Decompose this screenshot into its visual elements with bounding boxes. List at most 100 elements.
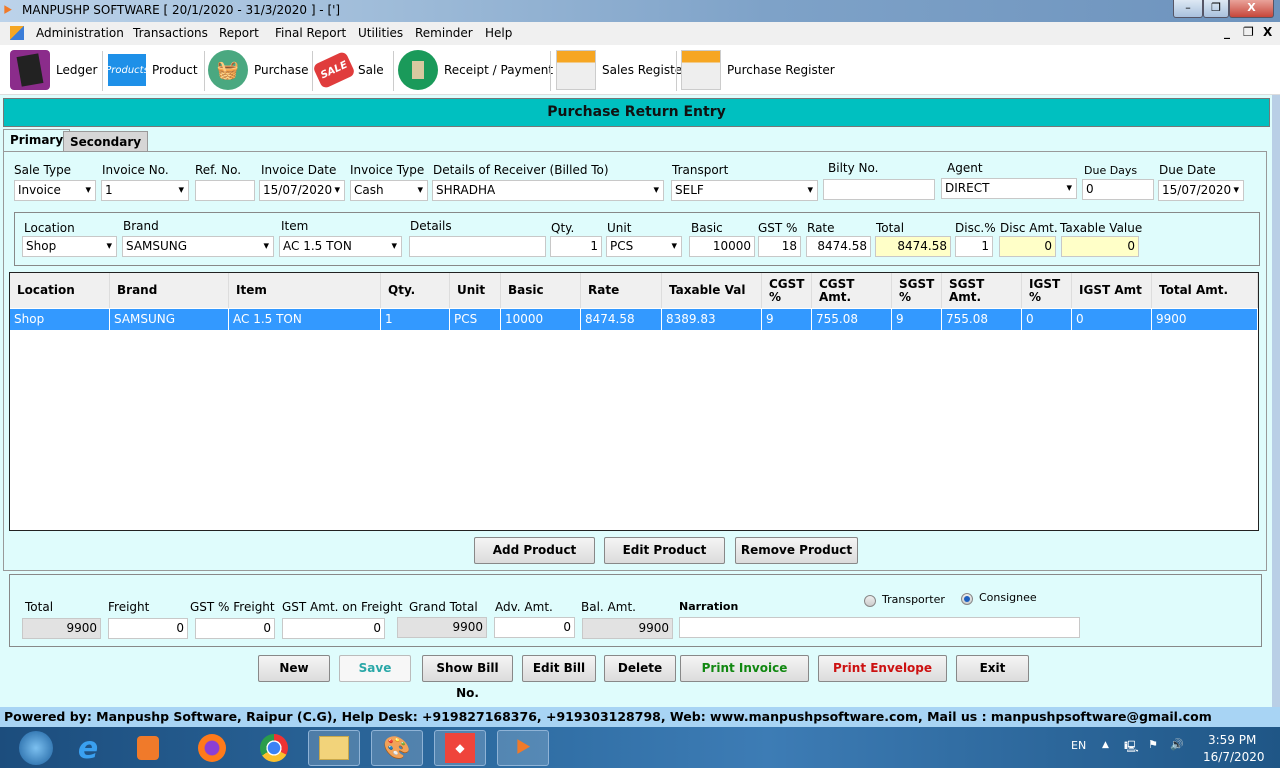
mdi-minimize-button[interactable]: _ — [1224, 25, 1230, 39]
new-button[interactable]: New — [258, 655, 330, 682]
cell-sgst-pct[interactable]: 9 — [892, 309, 942, 330]
toolbar-ledger-button[interactable]: Ledger — [10, 47, 97, 93]
receiver-select[interactable]: SHRADHA — [432, 180, 664, 201]
taskbar-paint[interactable]: 🎨 — [371, 730, 423, 766]
invoice-type-select[interactable]: Cash — [350, 180, 428, 201]
taskbar-media-player[interactable] — [122, 730, 174, 766]
toolbar-receipt-payment-button[interactable]: Receipt / Payment — [398, 47, 553, 93]
gst-pct-input[interactable]: 18 — [758, 236, 801, 257]
disc-amt-input[interactable]: 0 — [999, 236, 1056, 257]
transporter-radio-label[interactable]: Transporter — [882, 593, 945, 606]
bilty-no-input[interactable] — [823, 179, 935, 200]
transporter-radio[interactable] — [864, 595, 876, 607]
toolbar-purchase-button[interactable]: 🧺 Purchase — [208, 47, 309, 93]
cell-qty[interactable]: 1 — [381, 309, 450, 330]
restore-button[interactable]: ❐ — [1203, 0, 1229, 18]
col-header-cgst-amt[interactable]: CGST Amt. — [812, 273, 892, 308]
remove-product-button[interactable]: Remove Product — [735, 537, 858, 564]
close-button[interactable]: X — [1229, 0, 1274, 18]
narration-input[interactable] — [679, 617, 1080, 638]
mdi-restore-button[interactable]: ❐ — [1243, 25, 1254, 39]
toolbar-product-button[interactable]: Products Product — [105, 47, 198, 93]
due-days-input[interactable]: 0 — [1082, 179, 1154, 200]
taskbar-firefox[interactable] — [186, 730, 238, 766]
print-envelope-button[interactable]: Print Envelope — [818, 655, 947, 682]
taskbar-manpushp[interactable]: ⯈ — [497, 730, 549, 766]
adv-amt-input[interactable]: 0 — [494, 617, 575, 638]
exit-button[interactable]: Exit — [956, 655, 1029, 682]
cell-item[interactable]: AC 1.5 TON — [229, 309, 381, 330]
minimize-button[interactable]: – — [1173, 0, 1203, 18]
transport-select[interactable]: SELF — [671, 180, 818, 201]
disc-pct-input[interactable]: 1 — [955, 236, 993, 257]
rate-input[interactable]: 8474.58 — [806, 236, 871, 257]
col-header-unit[interactable]: Unit — [450, 273, 501, 308]
basic-input[interactable]: 10000 — [689, 236, 755, 257]
volume-icon[interactable]: 🔊 — [1170, 738, 1184, 751]
cell-igst-pct[interactable]: 0 — [1022, 309, 1072, 330]
print-invoice-button[interactable]: Print Invoice — [680, 655, 809, 682]
mdi-close-button[interactable]: X — [1263, 25, 1272, 39]
taskbar-anydesk[interactable]: ◆ — [434, 730, 486, 766]
consignee-radio[interactable] — [961, 593, 973, 605]
consignee-radio-label[interactable]: Consignee — [979, 591, 1037, 604]
cell-unit[interactable]: PCS — [450, 309, 501, 330]
menu-transactions[interactable]: Transactions — [133, 26, 208, 40]
gst-amt-freight-input[interactable]: 0 — [282, 618, 385, 639]
col-header-qty[interactable]: Qty. — [381, 273, 450, 308]
add-product-button[interactable]: Add Product — [474, 537, 595, 564]
col-header-total-amt[interactable]: Total Amt. — [1152, 273, 1258, 308]
details-input[interactable] — [409, 236, 546, 257]
qty-input[interactable]: 1 — [550, 236, 602, 257]
menu-administration[interactable]: Administration — [36, 26, 124, 40]
action-center-flag-icon[interactable]: ⚑ — [1148, 738, 1158, 751]
tab-secondary[interactable]: Secondary — [63, 131, 149, 152]
toolbar-purchase-register-button[interactable]: Purchase Register — [681, 47, 835, 93]
cell-rate[interactable]: 8474.58 — [581, 309, 662, 330]
start-button[interactable] — [10, 730, 62, 766]
tab-primary[interactable]: Primary — [3, 129, 71, 152]
products-grid[interactable]: Location Brand Item Qty. Unit Basic Rate… — [9, 272, 1259, 531]
gst-pct-freight-input[interactable]: 0 — [195, 618, 275, 639]
freight-input[interactable]: 0 — [108, 618, 188, 639]
clock-time[interactable]: 3:59 PM — [1208, 733, 1256, 747]
clock-date[interactable]: 16/7/2020 — [1203, 750, 1265, 764]
cell-cgst-pct[interactable]: 9 — [762, 309, 812, 330]
col-header-igst-pct[interactable]: IGST % — [1022, 273, 1072, 308]
sale-type-select[interactable]: Invoice — [14, 180, 96, 201]
cell-total-amt[interactable]: 9900 — [1152, 309, 1258, 330]
edit-bill-button[interactable]: Edit Bill — [522, 655, 596, 682]
menu-help[interactable]: Help — [485, 26, 512, 40]
brand-select[interactable]: SAMSUNG — [122, 236, 274, 257]
show-bill-no-button[interactable]: Show Bill No. — [422, 655, 513, 700]
due-date-picker[interactable]: 15/07/2020 — [1158, 180, 1244, 201]
cell-igst-amt[interactable]: 0 — [1072, 309, 1152, 330]
menu-final-report[interactable]: Final Report — [275, 26, 346, 40]
col-header-item[interactable]: Item — [229, 273, 381, 308]
cell-sgst-amt[interactable]: 755.08 — [942, 309, 1022, 330]
cell-cgst-amt[interactable]: 755.08 — [812, 309, 892, 330]
invoice-date-picker[interactable]: 15/07/2020 — [259, 180, 345, 201]
delete-button[interactable]: Delete — [604, 655, 676, 682]
menu-report[interactable]: Report — [219, 26, 259, 40]
col-header-cgst-pct[interactable]: CGST % — [762, 273, 812, 308]
col-header-brand[interactable]: Brand — [110, 273, 229, 308]
cell-basic[interactable]: 10000 — [501, 309, 581, 330]
network-icon[interactable]: 🖳 — [1124, 738, 1139, 757]
toolbar-sales-register-button[interactable]: Sales Register — [556, 47, 687, 93]
menu-utilities[interactable]: Utilities — [358, 26, 403, 40]
invoice-no-select[interactable]: 1 — [101, 180, 189, 201]
edit-product-button[interactable]: Edit Product — [604, 537, 725, 564]
toolbar-sale-button[interactable]: SALE Sale — [312, 47, 384, 93]
taskbar-file-explorer[interactable] — [308, 730, 360, 766]
location-select[interactable]: Shop — [22, 236, 117, 257]
ref-no-input[interactable] — [195, 180, 255, 201]
language-indicator[interactable]: EN — [1071, 739, 1086, 752]
save-button[interactable]: Save — [339, 655, 411, 682]
col-header-location[interactable]: Location — [10, 273, 110, 308]
show-hidden-icons-button[interactable]: ▲ — [1102, 740, 1109, 750]
cell-location[interactable]: Shop — [10, 309, 110, 330]
item-select[interactable]: AC 1.5 TON — [279, 236, 402, 257]
menu-reminder[interactable]: Reminder — [415, 26, 473, 40]
cell-taxable-val[interactable]: 8389.83 — [662, 309, 762, 330]
